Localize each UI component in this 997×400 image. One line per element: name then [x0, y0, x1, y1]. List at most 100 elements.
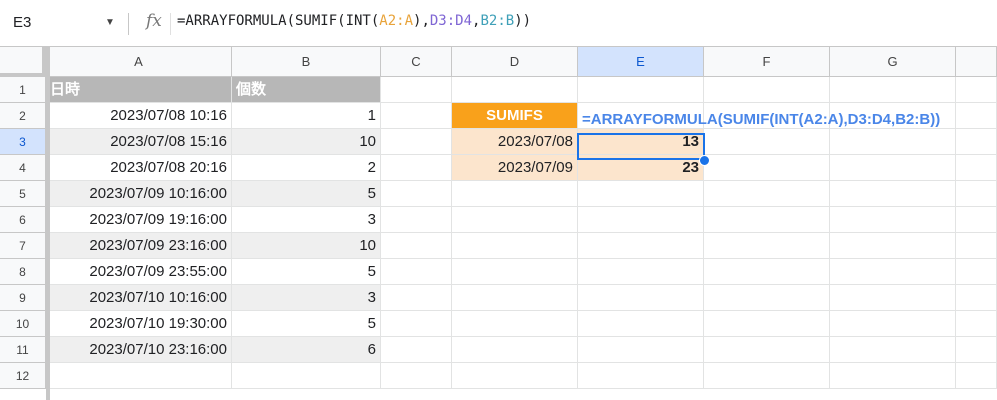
cell[interactable]	[704, 337, 830, 363]
cell[interactable]	[381, 129, 452, 155]
cell[interactable]	[578, 337, 704, 363]
formula-input[interactable]: =ARRAYFORMULA(SUMIF(INT(A2:A),D3:D4,B2:B…	[177, 13, 531, 29]
cell[interactable]	[956, 77, 997, 103]
table-cell-count[interactable]: 10	[232, 233, 381, 259]
row-header[interactable]: 12	[0, 363, 46, 389]
cell[interactable]	[830, 311, 956, 337]
cell[interactable]	[830, 155, 956, 181]
cell[interactable]	[381, 207, 452, 233]
cell[interactable]	[578, 311, 704, 337]
column-header-g[interactable]: G	[830, 47, 956, 77]
cell[interactable]	[452, 77, 578, 103]
cell[interactable]	[381, 311, 452, 337]
cell[interactable]	[704, 207, 830, 233]
summary-date[interactable]: 2023/07/09	[452, 155, 578, 181]
cell[interactable]	[452, 259, 578, 285]
cell[interactable]	[956, 129, 997, 155]
cell[interactable]	[578, 181, 704, 207]
cell[interactable]	[830, 285, 956, 311]
column-header-c[interactable]: C	[381, 47, 452, 77]
table-cell-datetime[interactable]: 2023/07/08 15:16	[46, 129, 232, 155]
row-header[interactable]: 9	[0, 285, 46, 311]
table-cell-datetime[interactable]: 2023/07/09 23:16:00	[46, 233, 232, 259]
cell[interactable]	[452, 285, 578, 311]
table-cell-datetime[interactable]: 2023/07/10 19:30:00	[46, 311, 232, 337]
cell[interactable]	[704, 181, 830, 207]
cell[interactable]	[830, 77, 956, 103]
cell[interactable]	[956, 155, 997, 181]
cell[interactable]	[956, 259, 997, 285]
cell[interactable]	[956, 285, 997, 311]
cell[interactable]	[704, 155, 830, 181]
column-header-a[interactable]: A	[46, 47, 232, 77]
column-header-f[interactable]: F	[704, 47, 830, 77]
cell[interactable]	[704, 285, 830, 311]
cell[interactable]	[381, 363, 452, 389]
chevron-down-icon[interactable]: ▼	[105, 8, 115, 38]
select-all-corner[interactable]	[0, 47, 46, 77]
table-cell-datetime[interactable]: 2023/07/10 10:16:00	[46, 285, 232, 311]
cell[interactable]	[381, 77, 452, 103]
table-cell-datetime[interactable]: 2023/07/08 20:16	[46, 155, 232, 181]
cell[interactable]	[704, 77, 830, 103]
table-cell-count[interactable]: 5	[232, 181, 381, 207]
cell[interactable]	[578, 259, 704, 285]
table-cell-datetime[interactable]: 2023/07/09 23:55:00	[46, 259, 232, 285]
cell[interactable]	[830, 129, 956, 155]
row-header[interactable]: 11	[0, 337, 46, 363]
row-header[interactable]: 8	[0, 259, 46, 285]
table-cell-datetime[interactable]: 2023/07/08 10:16	[46, 103, 232, 129]
row-header[interactable]: 4	[0, 155, 46, 181]
cell[interactable]	[956, 311, 997, 337]
cell[interactable]	[830, 181, 956, 207]
column-header-d[interactable]: D	[452, 47, 578, 77]
cell[interactable]	[578, 363, 704, 389]
table-cell-datetime[interactable]: 2023/07/10 23:16:00	[46, 337, 232, 363]
cell[interactable]	[452, 207, 578, 233]
cell[interactable]	[452, 181, 578, 207]
table-cell-count[interactable]: 10	[232, 129, 381, 155]
cell[interactable]	[381, 233, 452, 259]
cell[interactable]	[232, 363, 381, 389]
column-header-b[interactable]: B	[232, 47, 381, 77]
cell[interactable]	[381, 259, 452, 285]
row-header[interactable]: 3	[0, 129, 46, 155]
table-header-count[interactable]: 個数	[232, 77, 381, 103]
cell[interactable]	[704, 129, 830, 155]
table-cell-count[interactable]: 3	[232, 285, 381, 311]
cell[interactable]	[956, 181, 997, 207]
column-header-e[interactable]: E	[578, 47, 704, 77]
cell[interactable]	[381, 181, 452, 207]
summary-date[interactable]: 2023/07/08	[452, 129, 578, 155]
cell[interactable]	[704, 363, 830, 389]
cell[interactable]	[46, 363, 232, 389]
column-header-h[interactable]	[956, 47, 997, 77]
cell[interactable]	[452, 233, 578, 259]
cell[interactable]	[578, 285, 704, 311]
cell[interactable]	[381, 285, 452, 311]
cell[interactable]	[381, 337, 452, 363]
cell[interactable]	[704, 259, 830, 285]
row-header[interactable]: 7	[0, 233, 46, 259]
row-header[interactable]: 6	[0, 207, 46, 233]
cell[interactable]	[956, 207, 997, 233]
cell[interactable]	[956, 233, 997, 259]
row-header[interactable]: 2	[0, 103, 46, 129]
table-cell-datetime[interactable]: 2023/07/09 10:16:00	[46, 181, 232, 207]
cell[interactable]	[452, 363, 578, 389]
sumifs-header[interactable]: SUMIFS	[452, 103, 578, 129]
table-cell-count[interactable]: 5	[232, 311, 381, 337]
table-cell-count[interactable]: 5	[232, 259, 381, 285]
cell[interactable]	[452, 337, 578, 363]
row-header[interactable]: 10	[0, 311, 46, 337]
cell[interactable]	[830, 233, 956, 259]
cell[interactable]	[452, 311, 578, 337]
cell[interactable]	[704, 311, 830, 337]
cell[interactable]	[381, 155, 452, 181]
cell[interactable]	[830, 363, 956, 389]
name-box[interactable]: E3 ▼	[0, 8, 127, 38]
table-cell-count[interactable]: 3	[232, 207, 381, 233]
cell[interactable]	[578, 77, 704, 103]
cell[interactable]	[578, 207, 704, 233]
table-cell-datetime[interactable]: 2023/07/09 19:16:00	[46, 207, 232, 233]
